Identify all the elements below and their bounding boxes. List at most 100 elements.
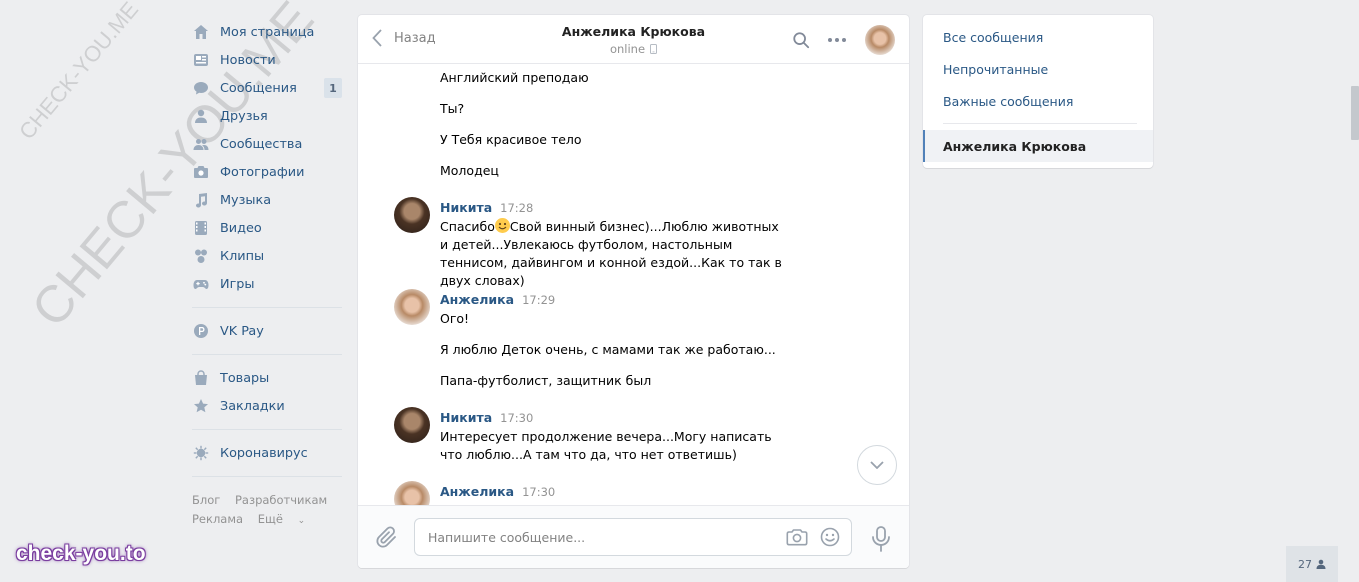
- clips-icon: [192, 247, 210, 265]
- vkpay-icon: [192, 322, 210, 340]
- nav-item-coronavirus[interactable]: Коронавирус: [192, 439, 342, 467]
- filter-unread[interactable]: Непрочитанные: [923, 53, 1153, 85]
- footer-blog-link[interactable]: Блог: [192, 493, 220, 507]
- watermark-brand: check-you.to: [16, 542, 146, 565]
- more-button[interactable]: [825, 28, 849, 52]
- message-author[interactable]: Никита 17:28: [440, 200, 533, 215]
- microphone-icon[interactable]: [871, 526, 891, 552]
- nav-item-music[interactable]: Музыка: [192, 186, 342, 214]
- nav-item-label: Друзья: [220, 108, 268, 124]
- home-icon: [192, 23, 210, 41]
- message-author[interactable]: Анжелика 17:29: [440, 292, 555, 307]
- search-icon: [793, 32, 810, 49]
- message-text-part: Спасибо: [440, 219, 495, 234]
- nav-divider: [192, 476, 342, 477]
- online-count: 27: [1298, 557, 1312, 571]
- author-name: Никита: [440, 410, 493, 425]
- footer-more-link[interactable]: Ещё ⌄: [258, 512, 316, 526]
- camera-icon: [786, 529, 808, 546]
- footer-dev-link[interactable]: Разработчикам: [235, 493, 327, 507]
- nav-divider: [192, 429, 342, 430]
- mobile-icon: [650, 44, 658, 54]
- games-icon: [192, 275, 210, 293]
- smiley-icon: [820, 527, 840, 547]
- page-scrollbar[interactable]: [1351, 86, 1359, 140]
- active-conversation[interactable]: Анжелика Крюкова: [923, 130, 1153, 162]
- chat-header: Назад Анжелика Крюкова online: [358, 15, 909, 64]
- nav-item-label: Сообщества: [220, 136, 303, 152]
- message-time: 17:29: [522, 293, 556, 307]
- virus-icon: [192, 444, 210, 462]
- nav-item-photos[interactable]: Фотографии: [192, 158, 342, 186]
- sender-avatar[interactable]: [394, 289, 430, 325]
- message-input-box: [414, 518, 852, 556]
- footer-more-label: Ещё: [257, 512, 283, 526]
- nav-divider: [192, 354, 342, 355]
- nav-divider: [192, 307, 342, 308]
- person-icon: [1316, 559, 1326, 569]
- nav-item-label: Новости: [220, 52, 276, 68]
- nav-item-video[interactable]: Видео: [192, 214, 342, 242]
- message-text: Спасибо Свой винный бизнес)...Люблю живот…: [440, 218, 790, 290]
- header-actions: [789, 25, 895, 55]
- nav-item-news[interactable]: Новости: [192, 46, 342, 74]
- left-nav: Моя страница Новости Сообщения 1 Друзья …: [192, 18, 342, 531]
- sender-avatar[interactable]: [394, 407, 430, 443]
- messages-icon: [192, 79, 210, 97]
- filter-all-messages[interactable]: Все сообщения: [923, 21, 1153, 53]
- nav-item-label: Закладки: [220, 398, 285, 414]
- shopping-bag-icon: [192, 369, 210, 387]
- nav-item-label: Музыка: [220, 192, 272, 208]
- news-icon: [192, 51, 210, 69]
- camera-button[interactable]: [785, 525, 809, 549]
- peer-status-text: online: [609, 42, 646, 56]
- message-input[interactable]: [428, 529, 785, 545]
- peer-avatar[interactable]: [865, 25, 895, 55]
- message-text: Ты?: [440, 101, 465, 116]
- nav-item-goods[interactable]: Товары: [192, 364, 342, 392]
- friends-icon: [192, 107, 210, 125]
- message-text: Ого!: [440, 311, 470, 326]
- nav-item-clips[interactable]: Клипы: [192, 242, 342, 270]
- message-author[interactable]: Никита 17:30: [440, 410, 533, 425]
- message-text: Английский преподаю: [440, 70, 589, 85]
- music-icon: [192, 191, 210, 209]
- message-time: 17:30: [522, 485, 556, 499]
- nav-item-label: VK Pay: [220, 323, 264, 339]
- search-button[interactable]: [789, 28, 813, 52]
- nav-item-label: Моя страница: [220, 24, 315, 40]
- sender-avatar[interactable]: [394, 197, 430, 233]
- nav-item-communities[interactable]: Сообщества: [192, 130, 342, 158]
- video-icon: [192, 219, 210, 237]
- nav-item-label: Игры: [220, 276, 255, 292]
- photos-icon: [192, 163, 210, 181]
- footer-ads-link[interactable]: Реклама: [192, 512, 243, 526]
- nav-item-label: Клипы: [220, 248, 265, 264]
- sender-avatar[interactable]: [394, 481, 430, 505]
- message-time: 17:30: [500, 411, 534, 425]
- filter-important[interactable]: Важные сообщения: [923, 85, 1153, 117]
- nav-item-bookmarks[interactable]: Закладки: [192, 392, 342, 420]
- communities-icon: [192, 135, 210, 153]
- nav-item-games[interactable]: Игры: [192, 270, 342, 298]
- online-friends-counter[interactable]: 27: [1286, 546, 1338, 582]
- nav-item-label: Товары: [220, 370, 270, 386]
- nav-item-messages[interactable]: Сообщения 1: [192, 74, 342, 102]
- nav-footer: Блог Разработчикам Реклама Ещё ⌄: [192, 491, 342, 531]
- scroll-to-bottom-button[interactable]: [857, 445, 897, 485]
- author-name: Анжелика: [440, 292, 515, 307]
- more-dots-icon: [828, 38, 846, 42]
- nav-item-my-page[interactable]: Моя страница: [192, 18, 342, 46]
- message-text: Я люблю Деток очень, с мамами так же раб…: [440, 342, 776, 357]
- nav-item-vkpay[interactable]: VK Pay: [192, 317, 342, 345]
- emoji-button[interactable]: [818, 525, 842, 549]
- message-text: У Тебя красивое тело: [440, 132, 582, 147]
- message-author[interactable]: Анжелика 17:30: [440, 484, 555, 499]
- message-time: 17:28: [500, 201, 534, 215]
- message-history[interactable]: Английский преподаю Ты? У Тебя красивое …: [358, 65, 909, 505]
- filters-divider: [943, 123, 1137, 124]
- smile-emoji-icon: [494, 218, 510, 233]
- nav-item-friends[interactable]: Друзья: [192, 102, 342, 130]
- watermark-small: CHECK-YOU.ME: [14, 0, 144, 145]
- attach-icon[interactable]: [376, 526, 398, 550]
